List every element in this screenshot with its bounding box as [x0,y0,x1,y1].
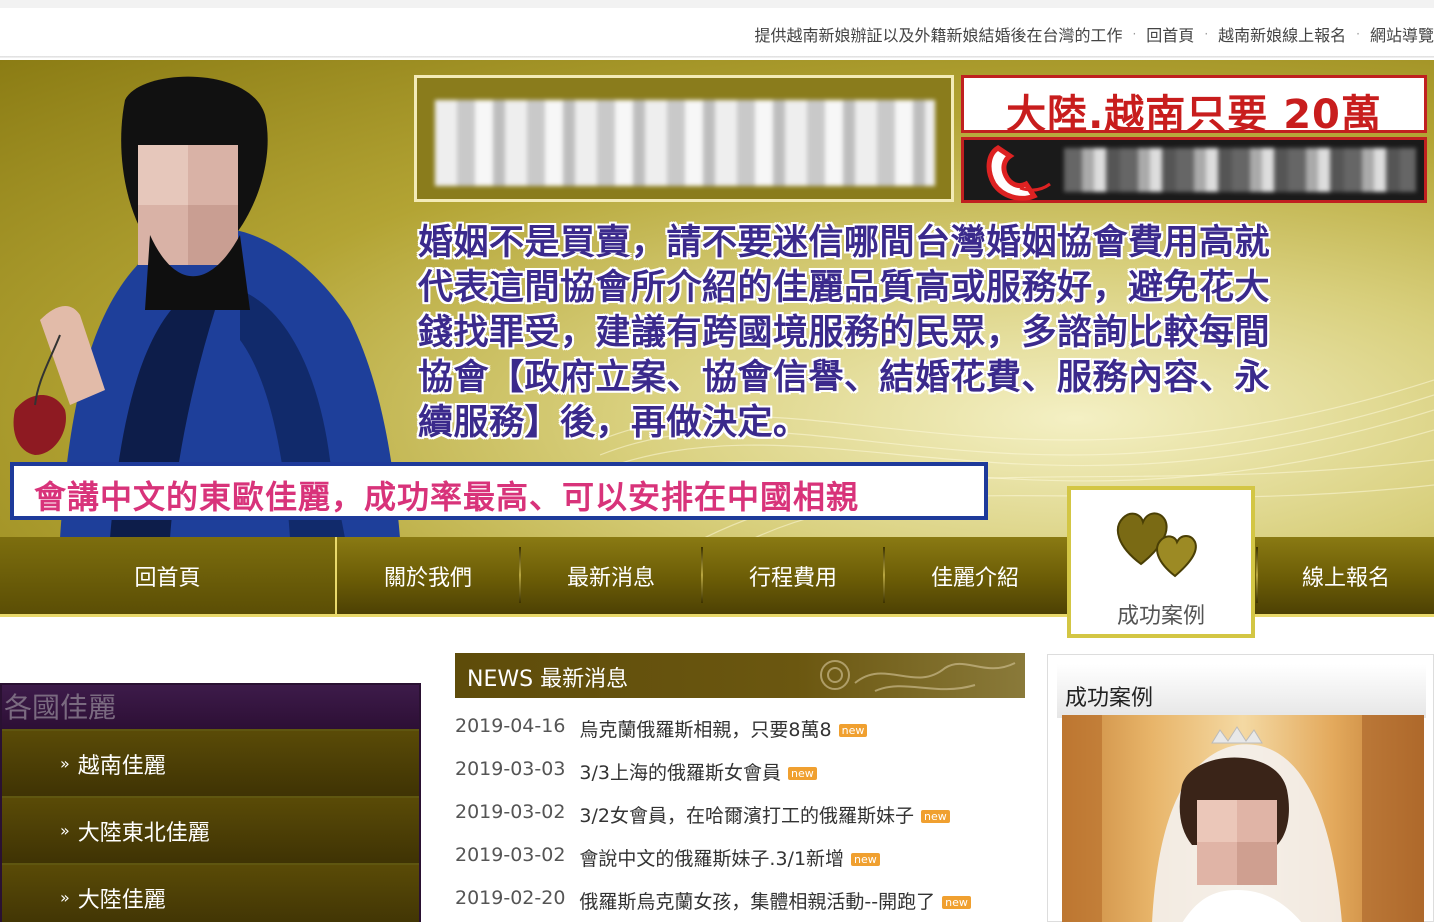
news-title-link[interactable]: 烏克蘭俄羅斯相親，只要8萬8 [579,715,831,742]
sidebar-title: 各國佳麗 [2,685,419,729]
country-sidebar: 各國佳麗 » 越南佳麗 » 大陸東北佳麗 » 大陸佳麗 [0,683,421,922]
bride-photo[interactable] [1062,715,1424,922]
sidebar-item-label: 越南佳麗 [77,753,166,779]
top-link-home[interactable]: 回首頁 [1146,22,1194,46]
slogan-line: 協會【政府立案、協會信譽、結婚花費、服務內容、永 [418,357,1271,398]
sidebar-item-label: 大陸東北佳麗 [77,820,210,846]
separator: · [1204,27,1209,41]
news-item[interactable]: 2019-02-20 俄羅斯烏克蘭女孩，集體相親活動--開跑了 new [455,887,1045,922]
double-chevron-icon: » [60,754,70,773]
news-item[interactable]: 2019-03-02 3/2女會員，在哈爾濱打工的俄羅斯妹子 new [455,801,1045,844]
news-date: 2019-02-20 [455,887,566,909]
news-item[interactable]: 2019-03-03 3/3上海的俄羅斯女會員 new [455,758,1045,801]
phone-icon [986,145,1051,201]
promo-box: 大陸.越南只要 20萬 [961,75,1427,138]
phone-box [961,137,1427,203]
sidebar-item-vietnam[interactable]: » 越南佳麗 [2,729,419,796]
news-header: NEWS 最新消息 [455,653,1025,698]
nav-fees[interactable]: 行程費用 [703,537,883,614]
logo-pixelated [435,100,935,186]
new-badge: new [851,853,880,866]
sidebar-item-china-northeast[interactable]: » 大陸東北佳麗 [2,796,419,863]
news-date: 2019-03-03 [455,758,566,780]
top-link-register[interactable]: 越南新娘線上報名 [1218,22,1346,46]
news-item[interactable]: 2019-04-16 烏克蘭俄羅斯相親，只要8萬8 new [455,715,1045,758]
new-badge: new [838,724,868,737]
hearts-icon [1116,512,1197,578]
news-title-link[interactable]: 會說中文的俄羅斯妹子.3/1新增 [579,844,844,871]
cases-header: 成功案例 [1057,664,1426,718]
news-title-link[interactable]: 3/3上海的俄羅斯女會員 [579,758,781,785]
news-date: 2019-03-02 [455,801,566,823]
news-date: 2019-03-02 [455,844,566,866]
nav-home[interactable]: 回首頁 [0,537,337,614]
separator: · [1132,27,1137,41]
double-chevron-icon: » [60,888,70,907]
slogan-line: 代表這間協會所介紹的佳麗品質高或服務好，避免花大 [418,267,1271,308]
logo-box [414,75,954,202]
promo-price: 大陸.越南只要 20萬 [1006,92,1382,138]
nav-beauties[interactable]: 佳麗介紹 [885,537,1065,614]
top-links: 提供越南新娘辦証以及外籍新娘結婚後在台灣的工作 · 回首頁 · 越南新娘線上報名… [754,22,1434,46]
bride-illustration [1062,715,1424,922]
header-banner: 大陸.越南只要 20萬 婚姻不是買賣，請不要迷信哪間台灣婚姻協會費用高就 代表這… [0,60,1434,538]
slogan-line: 婚姻不是買賣，請不要迷信哪間台灣婚姻協會費用高就 [418,222,1271,263]
nav-news[interactable]: 最新消息 [521,537,701,614]
notice-text: 會講中文的東歐佳麗，成功率最高、可以安排在中國相親 [34,478,860,516]
phone-number-pixelated [1064,148,1416,192]
news-list: 2019-04-16 烏克蘭俄羅斯相親，只要8萬8 new 2019-03-03… [455,715,1045,922]
new-badge: new [942,896,971,909]
cases-title: 成功案例 [1065,686,1154,711]
separator: · [1356,27,1360,41]
new-badge: new [788,767,817,780]
success-cases-panel: 成功案例 [1047,654,1434,922]
news-item[interactable]: 2019-03-02 會說中文的俄羅斯妹子.3/1新增 new [455,844,1045,887]
top-link-sitemap[interactable]: 網站導覽 [1370,22,1434,46]
news-title: NEWS 最新消息 [467,667,629,692]
banner-slogan: 婚姻不是買賣，請不要迷信哪間台灣婚姻協會費用高就 代表這間協會所介紹的佳麗品質高… [418,220,1358,445]
nav-success-cases-label: 成功案例 [1116,604,1205,629]
nav-register[interactable]: 線上報名 [1258,537,1434,614]
sidebar-item-china[interactable]: » 大陸佳麗 [2,863,419,922]
site-tagline: 提供越南新娘辦証以及外籍新娘結婚後在台灣的工作 [754,26,1123,45]
news-title-link[interactable]: 3/2女會員，在哈爾濱打工的俄羅斯妹子 [579,801,914,828]
sidebar-item-label: 大陸佳麗 [77,887,166,913]
news-title-link[interactable]: 俄羅斯烏克蘭女孩，集體相親活動--開跑了 [579,887,935,914]
double-chevron-icon: » [60,821,70,840]
top-bar: 提供越南新娘辦証以及外籍新娘結婚後在台灣的工作 · 回首頁 · 越南新娘線上報名… [0,0,1434,58]
slogan-line: 錢找罪受，建議有跨國境服務的民眾，多諮詢比較每間 [418,312,1271,353]
new-badge: new [921,810,950,823]
news-date: 2019-04-16 [455,715,566,737]
nav-about[interactable]: 關於我們 [337,537,519,614]
slogan-line: 續服務】後，再做決定。 [418,402,809,443]
floral-ornament [820,660,1016,692]
nav-success-cases[interactable]: 成功案例 [1067,486,1255,638]
notice-strip: 會講中文的東歐佳麗，成功率最高、可以安排在中國相親 [10,462,988,520]
